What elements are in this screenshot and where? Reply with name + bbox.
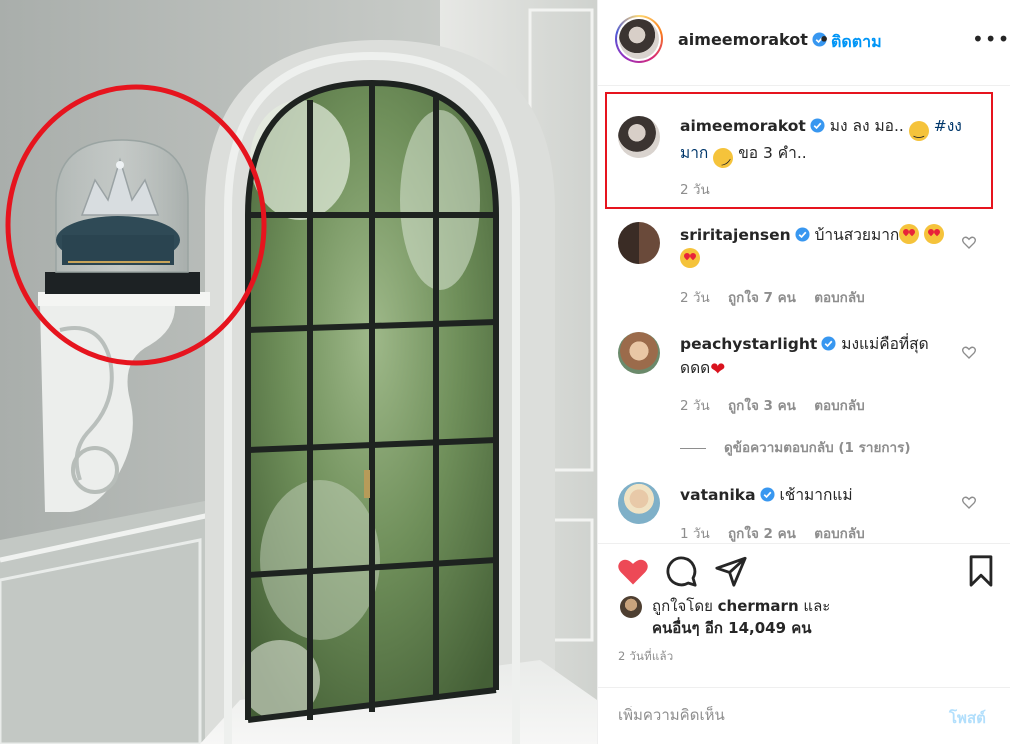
comment-meta: 2 วัน ถูกใจ 7 คน ตอบกลับ: [680, 286, 879, 308]
hashtag-link-continued[interactable]: มาก: [680, 144, 708, 162]
comment-text: sriritajensen บ้านสวยมาก: [680, 223, 962, 271]
post-panel: aimeemorakot • ติดตาม ••• aimeemorakot ม…: [597, 0, 1010, 744]
post-header: aimeemorakot • ติดตาม •••: [598, 0, 1010, 86]
post-photo[interactable]: [0, 0, 597, 744]
caption-text: aimeemorakot มง ลง มอ.. ‿ #งง มาก ‿ ขอ 3…: [680, 114, 962, 172]
comment-likes[interactable]: ถูกใจ 7 คน: [728, 290, 796, 306]
comment-meta: 2 วัน ถูกใจ 3 คน ตอบกลับ: [680, 394, 879, 416]
likes-summary: ถูกใจโดย chermarn และ คนอื่นๆ อีก 14,049…: [652, 595, 830, 639]
paper-plane-icon[interactable]: [714, 554, 748, 588]
reply-button[interactable]: ตอบกลับ: [814, 398, 864, 414]
verified-badge-icon: [821, 336, 836, 351]
comment-icon[interactable]: [664, 554, 698, 588]
view-replies-button[interactable]: ดูข้อความตอบกลับ (1 รายการ): [680, 436, 911, 458]
verified-badge-icon: [810, 118, 825, 133]
comment-body: บ้านสวยมาก: [814, 226, 900, 244]
comment-like-icon[interactable]: [961, 494, 977, 510]
caption-username[interactable]: aimeemorakot: [680, 117, 806, 135]
verified-badge-icon: [760, 487, 775, 502]
comment-like-icon[interactable]: [961, 344, 977, 360]
comment-likes[interactable]: ถูกใจ 3 คน: [728, 398, 796, 414]
rofl-emoji-icon: ‿: [709, 144, 738, 172]
comment-username[interactable]: vatanika: [680, 486, 756, 504]
comment-body: เช้ามากแม่: [779, 486, 853, 504]
likes-prefix: ถูกใจโดย: [652, 597, 713, 615]
separator-dot: •: [819, 30, 830, 49]
heart-eyes-emoji-icon: [899, 224, 920, 244]
liker-username[interactable]: chermarn: [718, 597, 799, 615]
author-avatar[interactable]: [615, 15, 663, 63]
heart-filled-icon[interactable]: [616, 554, 650, 588]
comment-avatar[interactable]: [618, 222, 660, 264]
add-comment-bar: โพสต์: [598, 687, 1010, 744]
comment-username[interactable]: sriritajensen: [680, 226, 791, 244]
comment-meta: 1 วัน ถูกใจ 2 คน ตอบกลับ: [680, 522, 879, 544]
more-options-icon[interactable]: •••: [972, 26, 1009, 52]
comment-avatar[interactable]: [618, 482, 660, 524]
author-username[interactable]: aimeemorakot: [678, 30, 827, 49]
reply-button[interactable]: ตอบกลับ: [814, 526, 864, 542]
post-comment-button[interactable]: โพสต์: [949, 706, 986, 730]
follow-button[interactable]: ติดตาม: [831, 30, 882, 55]
caption-meta: 2 วัน: [680, 178, 724, 200]
comment-username[interactable]: peachystarlight: [680, 335, 817, 353]
reply-button[interactable]: ตอบกลับ: [814, 290, 864, 306]
comment-time: 1 วัน: [680, 526, 710, 542]
caption-body-2: ขอ 3 คำ..: [738, 144, 807, 162]
comment-text: peachystarlight มงแม่คือที่สุด ดดด❤: [680, 332, 962, 382]
post-image: [0, 0, 597, 744]
add-comment-input[interactable]: [618, 706, 918, 724]
reply-divider-line: [680, 447, 706, 449]
comment-like-icon[interactable]: [961, 234, 977, 250]
comment-body-continued: ดดด: [680, 359, 711, 377]
heart-eyes-emoji-icon: [924, 224, 945, 244]
comment-likes[interactable]: ถูกใจ 2 คน: [728, 526, 796, 542]
caption-avatar[interactable]: [618, 116, 660, 158]
post-timestamp[interactable]: 2 วันที่แล้ว: [618, 648, 673, 666]
liker-avatar[interactable]: [620, 596, 642, 618]
comment-time: 2 วัน: [680, 290, 710, 306]
post-actions: ถูกใจโดย chermarn และ คนอื่นๆ อีก 14,049…: [598, 543, 1010, 744]
bookmark-icon[interactable]: [964, 554, 998, 588]
verified-badge-icon: [795, 227, 810, 242]
comment-body: มงแม่คือที่สุด: [841, 335, 929, 353]
likes-and: และ: [803, 597, 831, 615]
heart-eyes-emoji-icon: [680, 248, 700, 268]
caption-body-1: มง ลง มอ..: [829, 117, 904, 135]
comment-avatar[interactable]: [618, 332, 660, 374]
red-heart-emoji-icon: ❤: [710, 359, 726, 380]
caption-time: 2 วัน: [680, 182, 710, 198]
comment-time: 2 วัน: [680, 398, 710, 414]
author-username-text[interactable]: aimeemorakot: [678, 30, 808, 49]
view-replies-label[interactable]: ดูข้อความตอบกลับ (1 รายการ): [724, 440, 911, 456]
hashtag-link[interactable]: #งง: [934, 117, 962, 135]
laughing-emoji-icon: ‿: [908, 121, 929, 141]
comment-text: vatanika เช้ามากแม่: [680, 483, 962, 507]
likes-others-count[interactable]: คนอื่นๆ อีก 14,049 คน: [652, 619, 812, 637]
